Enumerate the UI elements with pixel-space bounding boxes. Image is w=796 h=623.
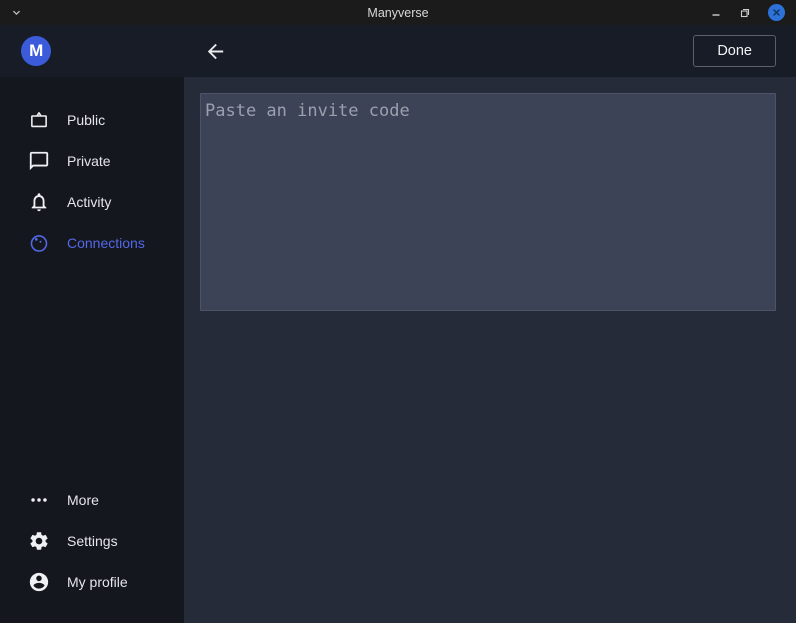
message-bubble-icon bbox=[27, 149, 50, 172]
sidebar-item-label: Connections bbox=[67, 235, 145, 251]
sidebar-item-label: My profile bbox=[67, 574, 128, 590]
window-controls bbox=[710, 4, 796, 21]
bell-icon bbox=[27, 190, 50, 213]
titlebar: Manyverse bbox=[0, 0, 796, 25]
restore-icon[interactable] bbox=[739, 7, 751, 19]
sidebar-item-more[interactable]: More bbox=[0, 479, 184, 520]
sidebar-item-label: Activity bbox=[67, 194, 111, 210]
ellipsis-icon bbox=[27, 488, 50, 511]
gear-icon bbox=[27, 529, 50, 552]
sidebar-item-my-profile[interactable]: My profile bbox=[0, 561, 184, 602]
connections-swarm-icon bbox=[27, 231, 50, 254]
bulletin-board-icon bbox=[27, 108, 50, 131]
sidebar-item-connections[interactable]: Connections bbox=[0, 222, 184, 263]
close-icon[interactable] bbox=[768, 4, 785, 21]
header-left: M bbox=[0, 36, 184, 66]
sidebar-item-public[interactable]: Public bbox=[0, 99, 184, 140]
sidebar-item-settings[interactable]: Settings bbox=[0, 520, 184, 561]
main-content bbox=[184, 77, 796, 623]
invite-code-input[interactable] bbox=[200, 93, 776, 311]
back-button[interactable] bbox=[200, 36, 230, 66]
window-title: Manyverse bbox=[0, 6, 796, 20]
minimize-icon[interactable] bbox=[710, 7, 722, 19]
sidebar-top-group: Public Private Activity bbox=[0, 77, 184, 263]
sidebar-item-label: Public bbox=[67, 112, 105, 128]
manyverse-logo: M bbox=[21, 36, 51, 66]
sidebar-item-label: Private bbox=[67, 153, 111, 169]
sidebar: Public Private Activity bbox=[0, 77, 184, 623]
app-header: M Done bbox=[0, 25, 796, 77]
sidebar-item-activity[interactable]: Activity bbox=[0, 181, 184, 222]
sidebar-bottom-group: More Settings My profile bbox=[0, 479, 184, 623]
done-button[interactable]: Done bbox=[693, 35, 776, 67]
body-row: Public Private Activity bbox=[0, 77, 796, 623]
chevron-down-icon[interactable] bbox=[10, 6, 23, 19]
arrow-left-icon bbox=[204, 40, 227, 63]
manyverse-window: Manyverse M Done bbox=[0, 0, 796, 623]
sidebar-item-label: Settings bbox=[67, 533, 118, 549]
sidebar-item-private[interactable]: Private bbox=[0, 140, 184, 181]
sidebar-item-label: More bbox=[67, 492, 99, 508]
person-circle-icon bbox=[27, 570, 50, 593]
